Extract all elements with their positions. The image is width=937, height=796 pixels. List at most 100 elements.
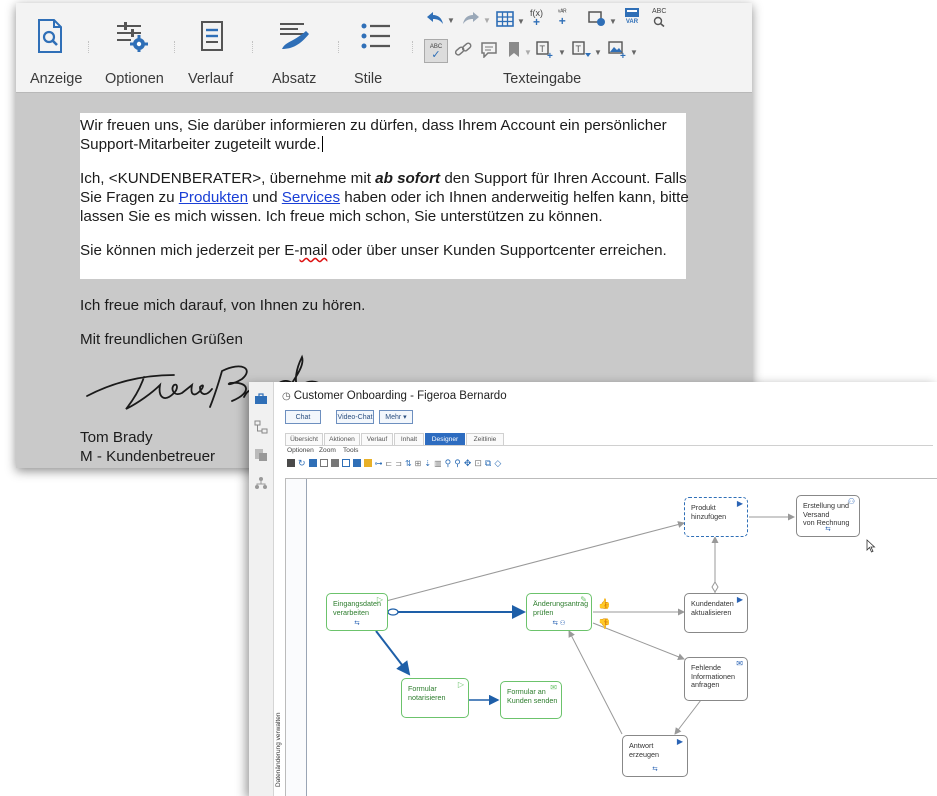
tab-inhalt[interactable]: Inhalt: [394, 433, 424, 445]
spellcheck-button[interactable]: ABC ✓: [424, 39, 448, 63]
tab-uebersicht[interactable]: Übersicht: [285, 433, 323, 445]
optionen-label: Optionen: [105, 71, 164, 87]
fit-icon[interactable]: ⊡: [474, 458, 482, 469]
node-fehlende-informationen[interactable]: Fehlende Informationen anfragen ✉: [684, 657, 748, 701]
field-gear-icon: [588, 11, 606, 32]
tab-verlauf[interactable]: Verlauf: [361, 433, 393, 445]
insert-text-block-button[interactable]: T + ▼: [536, 41, 566, 64]
bookmark-button[interactable]: ▼: [508, 41, 532, 63]
magnifier-icon: [653, 16, 665, 28]
flow-eingang-to-formular: [375, 630, 411, 676]
hierarchy-nav-button[interactable]: [252, 420, 270, 438]
chevron-down-icon: ▼: [594, 48, 602, 57]
paragraph-line: Support-Mitarbeiter zugeteilt wurde.: [80, 135, 667, 154]
documents-nav-button[interactable]: [252, 448, 270, 466]
paragraph-text: Ich, <KUNDENBERATER>, übernehme mit: [80, 170, 376, 187]
layout-icon[interactable]: ⊞: [415, 459, 422, 468]
chevron-down-icon: ▼: [630, 48, 638, 57]
absatz-button[interactable]: [272, 17, 316, 59]
tab-designer[interactable]: Designer: [425, 433, 465, 445]
export-icon[interactable]: ⧉: [485, 458, 491, 469]
verlauf-button[interactable]: [192, 17, 232, 59]
letter-paragraph-1[interactable]: Wir freuen uns, Sie darüber informieren …: [80, 116, 667, 154]
node-produkt-hinzufuegen[interactable]: Produkt hinzufügen ▶: [684, 497, 748, 537]
stile-button[interactable]: [356, 17, 396, 59]
misspelled-word[interactable]: mail: [300, 242, 328, 259]
menu-optionen[interactable]: Optionen: [287, 447, 314, 454]
save-as-icon[interactable]: [308, 459, 317, 467]
settings-sliders-icon: [115, 20, 149, 57]
node-aenderungsantrag[interactable]: Änderungsantrag prüfen ✎ ⇆ ⚇: [526, 593, 592, 631]
connector-icon[interactable]: ⊶: [375, 459, 383, 468]
optionen-button[interactable]: [112, 17, 152, 59]
chevron-down-icon: ▼: [483, 16, 491, 25]
services-link[interactable]: Services: [282, 189, 340, 206]
designer-toolbar: ↻ ⊶ ⊏ ⊐ ⇅ ⊞ ⇣ ▥ ⚲ ⚲ ✥ ⊡ ⧉ ◇: [287, 457, 501, 469]
crm-sidebar: [249, 382, 274, 796]
tab-aktionen[interactable]: Aktionen: [324, 433, 360, 445]
grid-icon[interactable]: [341, 459, 350, 467]
video-chat-button[interactable]: Video-Chat: [336, 410, 374, 424]
briefcase-nav-button[interactable]: [252, 392, 270, 410]
group-icon[interactable]: [352, 459, 361, 467]
note-icon[interactable]: [363, 459, 372, 467]
products-link[interactable]: Produkten: [179, 189, 248, 206]
more-button[interactable]: Mehr ▾: [379, 410, 413, 424]
org-chart-nav-button[interactable]: [252, 476, 270, 494]
ribbon-divider: [252, 41, 255, 53]
spellcheck-search-button[interactable]: ABC: [652, 7, 666, 28]
anzeige-button[interactable]: [30, 17, 70, 59]
node-eingangsdaten[interactable]: Eingangsdaten verarbeiten ▷ ⇆: [326, 593, 388, 631]
flow-eingang-to-produkt: [385, 521, 685, 602]
redo-button[interactable]: ▼: [462, 11, 491, 30]
node-formular-notarisieren[interactable]: Formular notarisieren ▷: [401, 678, 469, 718]
insert-function-button[interactable]: f(x) +: [530, 9, 543, 29]
ribbon-divider: [88, 41, 91, 53]
ribbon-divider: [338, 41, 341, 53]
distribute-icon[interactable]: ⊐: [395, 459, 402, 468]
align-icon[interactable]: ⊏: [386, 459, 393, 468]
undo-button[interactable]: ▼: [426, 11, 455, 30]
insert-table-button[interactable]: ▼: [496, 11, 525, 32]
refresh-icon[interactable]: ↻: [298, 458, 306, 469]
save-icon[interactable]: [287, 459, 295, 467]
text-block-down-button[interactable]: T ▼: [572, 41, 602, 64]
variable-monitor-button[interactable]: VAR: [624, 7, 640, 26]
trash-icon[interactable]: ▥: [434, 459, 442, 468]
svg-text:T: T: [540, 44, 546, 54]
briefcase-icon: [254, 392, 268, 410]
tab-zeitlinie[interactable]: Zeitlinie: [466, 433, 504, 445]
ribbon-toolbar: Anzeige Optionen Verlauf Absatz Stile ▼ …: [16, 3, 752, 93]
history-document-icon: [200, 20, 224, 56]
node-kundendaten[interactable]: Kundendaten aktualisieren ▶: [684, 593, 748, 633]
letter-paragraph-2[interactable]: Ich, <KUNDENBERATER>, übernehme mit ab s…: [80, 169, 689, 226]
paragraph-line: Wir freuen uns, Sie darüber informieren …: [80, 117, 667, 134]
zoom-in-icon[interactable]: ⚲: [445, 458, 452, 469]
letter-paragraph-3[interactable]: Sie können mich jederzeit per E-mail ode…: [80, 241, 667, 260]
paragraph-text: Support-Mitarbeiter zugeteilt wurde.: [80, 136, 321, 153]
crm-process-window: ◷ Customer Onboarding - Figeroa Bernardo …: [249, 382, 937, 796]
chat-button[interactable]: Chat: [285, 410, 321, 424]
zoom-out-icon[interactable]: ⚲: [454, 458, 461, 469]
menu-zoom[interactable]: Zoom: [319, 447, 336, 454]
insert-image-button[interactable]: + ▼: [608, 41, 638, 64]
settings-diamond-icon[interactable]: ◇: [494, 458, 501, 469]
sort-icon[interactable]: ⇅: [405, 459, 412, 468]
insert-field-button[interactable]: ▼: [588, 11, 617, 32]
anzeige-label: Anzeige: [30, 71, 83, 87]
link-button[interactable]: [454, 42, 472, 63]
pan-icon[interactable]: ✥: [464, 458, 472, 469]
copy-icon[interactable]: [319, 459, 328, 467]
order-icon[interactable]: ⇣: [424, 459, 431, 468]
menu-tools[interactable]: Tools: [343, 447, 358, 454]
process-title: Customer Onboarding - Figeroa Bernardo: [293, 390, 507, 402]
process-designer-canvas[interactable]: Datenänderung verwalten 👍 👎 Eingangsdate…: [275, 478, 937, 796]
stile-label: Stile: [354, 71, 383, 87]
node-antwort-erzeugen[interactable]: Antwort erzeugen ▶ ⇆: [622, 735, 688, 777]
node-formular-senden[interactable]: Formular an Kunden senden ✉: [500, 681, 562, 719]
signer-name: Tom Brady: [80, 429, 153, 446]
insert-variable-button[interactable]: ᵛᴬᴿ +: [558, 9, 567, 27]
node-rechnung[interactable]: Erstellung und Versand von Rechnung ⚇ ⇆: [796, 495, 860, 537]
print-icon[interactable]: [330, 459, 339, 467]
comment-button[interactable]: [480, 42, 498, 63]
